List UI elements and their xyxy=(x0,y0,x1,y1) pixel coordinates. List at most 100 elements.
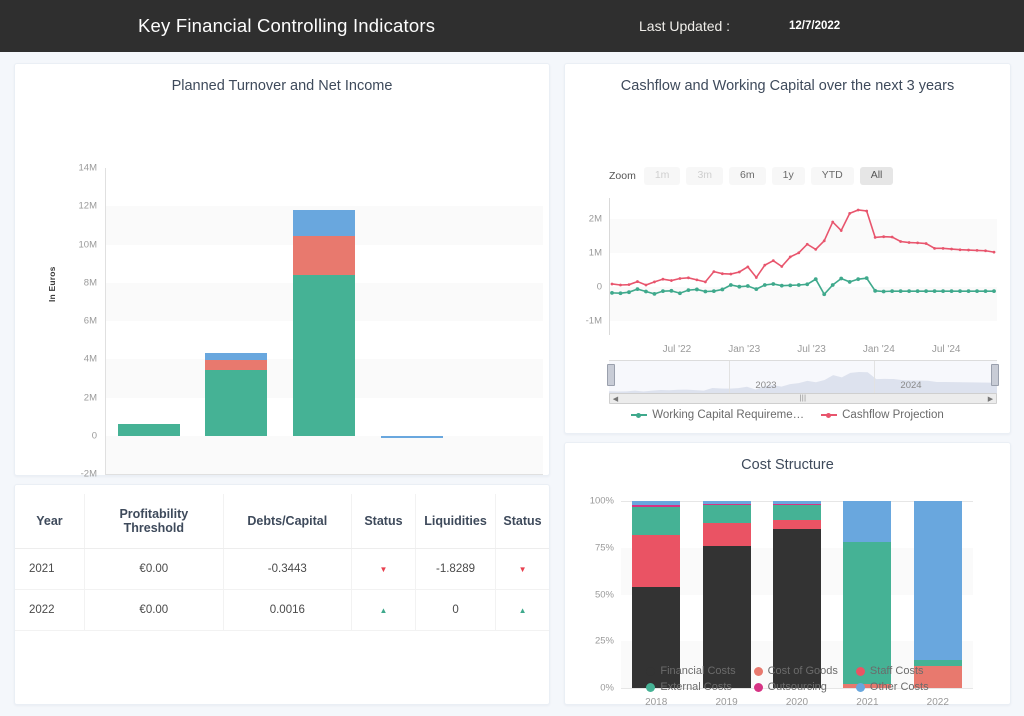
x-axis-tick-label: 2022 xyxy=(927,697,949,708)
y-axis-tick-label: 1M xyxy=(589,247,602,258)
point-working_capital xyxy=(873,289,877,293)
y-axis-tick-label: 12M xyxy=(79,201,97,212)
point-cashflow xyxy=(619,284,622,287)
bar-column xyxy=(381,168,443,474)
legend-marker xyxy=(636,413,641,418)
chart-cashflow[interactable]: 2M1M0-1M Jul '22Jan '23Jul '23Jan '24Jul… xyxy=(609,198,997,335)
bar-column xyxy=(843,501,891,688)
point-cashflow xyxy=(772,259,775,262)
table-row: 2021€0.00-0.3443▼-1.8289▼ xyxy=(15,549,549,590)
legend-item-external_costs[interactable]: External Costs xyxy=(646,681,735,693)
point-working_capital xyxy=(933,289,937,293)
point-cashflow xyxy=(950,248,953,251)
page-title: Key Financial Controlling Indicators xyxy=(138,15,435,37)
legend-label: Financial Costs xyxy=(660,665,735,677)
table-column-header: Debts/Capital xyxy=(223,494,351,549)
horizontal-scrollbar[interactable]: ◀ ||| ▶ xyxy=(609,393,997,404)
zoom-button-3m[interactable]: 3m xyxy=(686,167,723,185)
legend-item-working_capital[interactable]: Working Capital Requireme… xyxy=(631,409,804,421)
point-cashflow xyxy=(959,248,962,251)
legend-swatch-other_costs xyxy=(856,683,865,692)
y-axis-tick-label: 4M xyxy=(84,354,97,365)
legend-swatch-external_costs xyxy=(646,683,655,692)
table-cell: €0.00 xyxy=(84,590,223,631)
x-axis-tick-label: Jan '24 xyxy=(863,344,895,355)
point-working_capital xyxy=(687,288,691,292)
zoom-button-group[interactable]: 1m 3m 6m 1y YTD All xyxy=(644,167,894,185)
bar-segment-external_costs xyxy=(703,505,751,524)
point-cashflow xyxy=(670,279,673,282)
range-navigator[interactable]: 20232024 xyxy=(609,360,997,393)
point-working_capital xyxy=(967,289,971,293)
legend-cost-structure[interactable]: Financial Costs Cost of Goods Staff Costs E… xyxy=(565,665,1010,693)
navigator-handle-left[interactable] xyxy=(607,364,615,386)
scroll-right-arrow[interactable]: ▶ xyxy=(985,395,996,403)
y-axis-tick-label: 14M xyxy=(79,163,97,174)
point-cashflow xyxy=(857,209,860,212)
point-working_capital xyxy=(984,289,988,293)
point-cashflow xyxy=(721,272,724,275)
bar-segment-staff_costs xyxy=(632,535,680,587)
card-planned-turnover: Planned Turnover and Net Income In Euros… xyxy=(14,63,550,476)
point-working_capital xyxy=(788,283,792,287)
navigator-gridline xyxy=(729,361,730,393)
table-column-header: Status xyxy=(351,494,415,549)
legend-label: Other Costs xyxy=(870,681,929,693)
bar-segment-turnover xyxy=(293,275,355,436)
point-cashflow xyxy=(916,241,919,244)
point-working_capital xyxy=(941,289,945,293)
point-working_capital xyxy=(856,277,860,281)
cashflow-lines-svg xyxy=(609,198,997,335)
point-working_capital xyxy=(746,284,750,288)
zoom-button-1y[interactable]: 1y xyxy=(772,167,805,185)
point-working_capital xyxy=(703,290,707,294)
point-cashflow xyxy=(806,243,809,246)
legend-item-outsourcing[interactable]: Outsourcing xyxy=(754,681,838,693)
point-cashflow xyxy=(984,249,987,252)
point-cashflow xyxy=(712,270,715,273)
legend-cashflow[interactable]: Working Capital Requireme… Cashflow Proje… xyxy=(565,409,1010,421)
point-working_capital xyxy=(992,289,996,293)
status-badge: ▼ xyxy=(351,549,415,590)
point-cashflow xyxy=(687,276,690,279)
legend-grid: Financial Costs Cost of Goods Staff Costs E… xyxy=(565,665,1010,693)
point-working_capital xyxy=(670,289,674,293)
zoom-button-6m[interactable]: 6m xyxy=(729,167,766,185)
navigator-handle-right[interactable] xyxy=(991,364,999,386)
legend-swatch-cashflow xyxy=(821,414,837,416)
legend-item-financial_costs[interactable]: Financial Costs xyxy=(646,665,735,677)
point-working_capital xyxy=(797,283,801,287)
table-column-header: Liquidities xyxy=(415,494,495,549)
zoom-range-selector[interactable]: Zoom 1m 3m 6m 1y YTD All xyxy=(609,167,893,185)
zoom-button-ytd[interactable]: YTD xyxy=(811,167,854,185)
point-cashflow xyxy=(865,210,868,213)
point-working_capital xyxy=(754,287,758,291)
y-axis-label-in-euros: In Euros xyxy=(47,266,57,302)
card-cost-structure: Cost Structure 100%75%50%25%0% 201820192… xyxy=(564,442,1011,705)
point-cashflow xyxy=(840,229,843,232)
x-axis-tick-label: 2019 xyxy=(715,697,737,708)
legend-item-cost_of_goods[interactable]: Cost of Goods xyxy=(754,665,838,677)
zoom-button-all[interactable]: All xyxy=(860,167,894,185)
y-axis-tick-label: 0 xyxy=(92,430,97,441)
point-working_capital xyxy=(907,289,911,293)
bar-segment-outsourcing xyxy=(703,504,751,505)
legend-item-cashflow[interactable]: Cashflow Projection xyxy=(821,409,944,421)
legend-swatch-outsourcing xyxy=(754,683,763,692)
legend-item-staff_costs[interactable]: Staff Costs xyxy=(856,665,929,677)
line-cashflow xyxy=(612,210,994,285)
zoom-button-1m[interactable]: 1m xyxy=(644,167,681,185)
point-working_capital xyxy=(814,277,818,281)
bar-column xyxy=(773,501,821,688)
zoom-label: Zoom xyxy=(609,170,636,182)
bar-segment-other_costs xyxy=(632,501,680,505)
scroll-left-arrow[interactable]: ◀ xyxy=(610,395,621,403)
scrollbar-grip[interactable]: ||| xyxy=(800,395,807,402)
bar-segment-ebitda xyxy=(293,236,355,275)
chart-cost-structure[interactable]: 100%75%50%25%0% 20182019202020212022 xyxy=(621,501,973,688)
legend-item-other_costs[interactable]: Other Costs xyxy=(856,681,929,693)
bar-segment-external_costs xyxy=(632,507,680,535)
chart-title-cashflow: Cashflow and Working Capital over the ne… xyxy=(565,64,1010,94)
legend-label: Cashflow Projection xyxy=(842,409,944,421)
chart-planned-turnover[interactable]: 14M12M10M8M6M4M2M0-2M 201820192020202120… xyxy=(105,168,543,474)
